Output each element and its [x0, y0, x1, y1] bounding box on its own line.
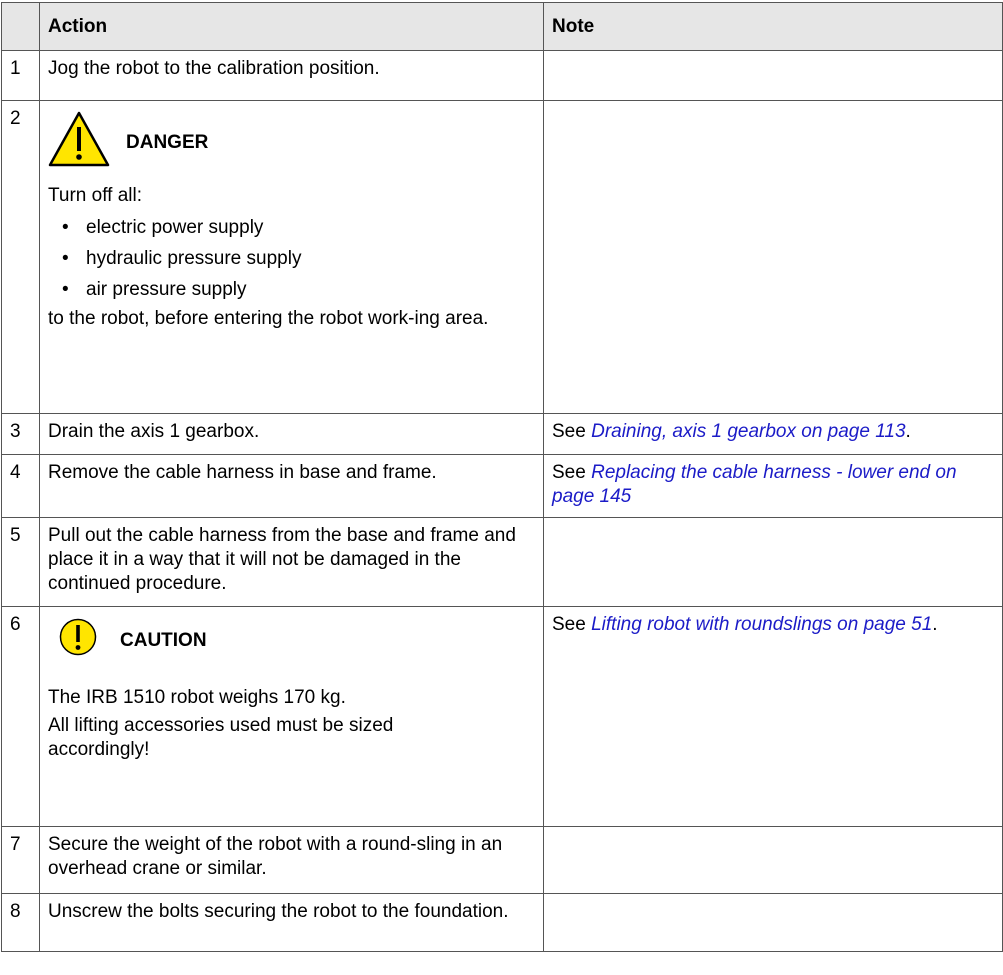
table-row: 7 Secure the weight of the robot with a … [1, 826, 1003, 894]
step-number: 2 [1, 100, 40, 414]
procedure-document: Action Note 1 Jog the robot to the calib… [0, 0, 1003, 975]
table-header-row: Action Note [1, 2, 1003, 51]
step-action: CAUTION The IRB 1510 robot weighs 170 kg… [39, 606, 544, 827]
step-note: See Lifting robot with roundslings on pa… [543, 606, 1003, 827]
step-number: 6 [1, 606, 40, 827]
caution-accessories-text: All lifting accessories used must be siz… [48, 715, 394, 760]
table-row: 4 Remove the cable harness in base and f… [1, 454, 1003, 518]
list-item: • hydraulic pressure supply [62, 248, 302, 269]
caution-sign: CAUTION [58, 617, 535, 664]
step-number: 1 [1, 50, 40, 101]
header-step-number [1, 2, 40, 51]
caution-circle-icon [58, 617, 98, 664]
step-action: DANGER Turn off all: • electric power sup… [39, 100, 544, 414]
cross-reference-link[interactable]: Lifting robot with roundslings on page 5… [591, 614, 932, 635]
danger-outro: to the robot, before entering the robot … [48, 308, 489, 329]
step-note [543, 100, 1003, 414]
cross-reference-link[interactable]: Draining, axis 1 gearbox on page 113 [591, 421, 905, 442]
danger-supply-list: • electric power supply • hydraulic pressu… [48, 212, 535, 305]
table-row: 1 Jog the robot to the calibration posit… [1, 50, 1003, 101]
danger-intro: Turn off all: [48, 185, 142, 206]
step-number: 7 [1, 826, 40, 894]
table-row: 3 Drain the axis 1 gearbox. See Draining… [1, 413, 1003, 455]
step-number: 3 [1, 413, 40, 455]
step-note: See Replacing the cable harness - lower … [543, 454, 1003, 518]
caution-label: CAUTION [120, 629, 207, 651]
step-action: Pull out the cable harness from the base… [39, 517, 544, 607]
table-row: 8 Unscrew the bolts securing the robot t… [1, 893, 1003, 952]
header-note: Note [543, 2, 1003, 51]
table-row: 2 DANGER Turn off all: • electric power s… [1, 100, 1003, 414]
step-note [543, 826, 1003, 894]
step-number: 8 [1, 893, 40, 952]
step-action: Jog the robot to the calibration positio… [39, 50, 544, 101]
danger-label: DANGER [126, 131, 209, 153]
table-row: 6 CAUTION The IRB 1510 robot weighs 170 … [1, 606, 1003, 827]
step-action: Unscrew the bolts securing the robot to … [39, 893, 544, 952]
step-note [543, 50, 1003, 101]
caution-weight-text: The IRB 1510 robot weighs 170 kg. [48, 687, 346, 708]
list-item: • air pressure supply [62, 279, 247, 300]
table-row: 5 Pull out the cable harness from the ba… [1, 517, 1003, 607]
step-action: Secure the weight of the robot with a ro… [39, 826, 544, 894]
step-note [543, 893, 1003, 952]
header-action: Action [39, 2, 544, 51]
warning-triangle-icon [48, 111, 110, 174]
step-note [543, 517, 1003, 607]
cross-reference-link[interactable]: Replacing the cable harness - lower end … [552, 462, 957, 507]
procedure-table: Action Note 1 Jog the robot to the calib… [1, 2, 1003, 952]
step-number: 4 [1, 454, 40, 518]
list-item: • electric power supply [62, 217, 264, 238]
step-number: 5 [1, 517, 40, 607]
step-note: See Draining, axis 1 gearbox on page 113… [543, 413, 1003, 455]
danger-sign: DANGER [48, 111, 535, 174]
step-action: Remove the cable harness in base and fra… [39, 454, 544, 518]
step-action: Drain the axis 1 gearbox. [39, 413, 544, 455]
